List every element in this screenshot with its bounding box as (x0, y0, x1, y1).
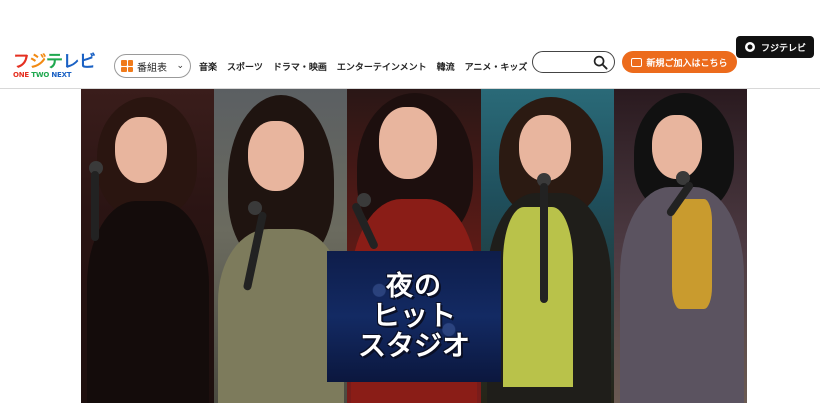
logo-sub-text: ONE TWO NEXT (13, 70, 72, 79)
nav-item-sports[interactable]: スポーツ (227, 60, 263, 73)
chevron-down-icon: ⌄ (176, 61, 184, 71)
title-line-3: スタジオ (357, 328, 470, 362)
program-guide-label: 番組表 (137, 62, 167, 74)
main-nav: 音楽 スポーツ ドラマ・映画 エンターテインメント 韓流 アニメ・キッズ (199, 60, 527, 73)
site-logo[interactable]: フジテレビ ONE TWO NEXT (13, 51, 97, 79)
nav-item-drama-movie[interactable]: ドラマ・映画 (273, 60, 327, 73)
search-box (532, 51, 615, 74)
title-line-1: 夜の (386, 270, 442, 302)
show-title-logo: 夜の ヒット スタジオ (327, 251, 501, 382)
nav-item-music[interactable]: 音楽 (199, 60, 217, 73)
join-button[interactable]: 新規ご加入はこちら (622, 51, 737, 73)
tv-icon (631, 57, 643, 67)
site-header: フジテレビ ONE TWO NEXT 番組表 ⌄ 音楽 スポーツ ドラマ・映画 … (0, 44, 820, 88)
hero-banner[interactable]: 夜の ヒット スタジオ (81, 89, 747, 403)
singer-photo-5 (613, 89, 747, 403)
grid-icon (121, 60, 133, 72)
nav-item-entertainment[interactable]: エンターテインメント (337, 60, 427, 73)
program-guide-button[interactable]: 番組表 ⌄ (114, 54, 191, 78)
join-button-label: 新規ご加入はこちら (646, 58, 728, 69)
logo-main-text: フジテレビ (13, 51, 96, 72)
nav-item-anime-kids[interactable]: アニメ・キッズ (465, 60, 528, 73)
search-icon[interactable] (593, 55, 608, 70)
search-input[interactable] (541, 54, 599, 74)
nav-item-korean[interactable]: 韓流 (437, 60, 455, 73)
title-line-2: ヒット (371, 299, 456, 333)
singer-photo-1 (81, 89, 215, 403)
